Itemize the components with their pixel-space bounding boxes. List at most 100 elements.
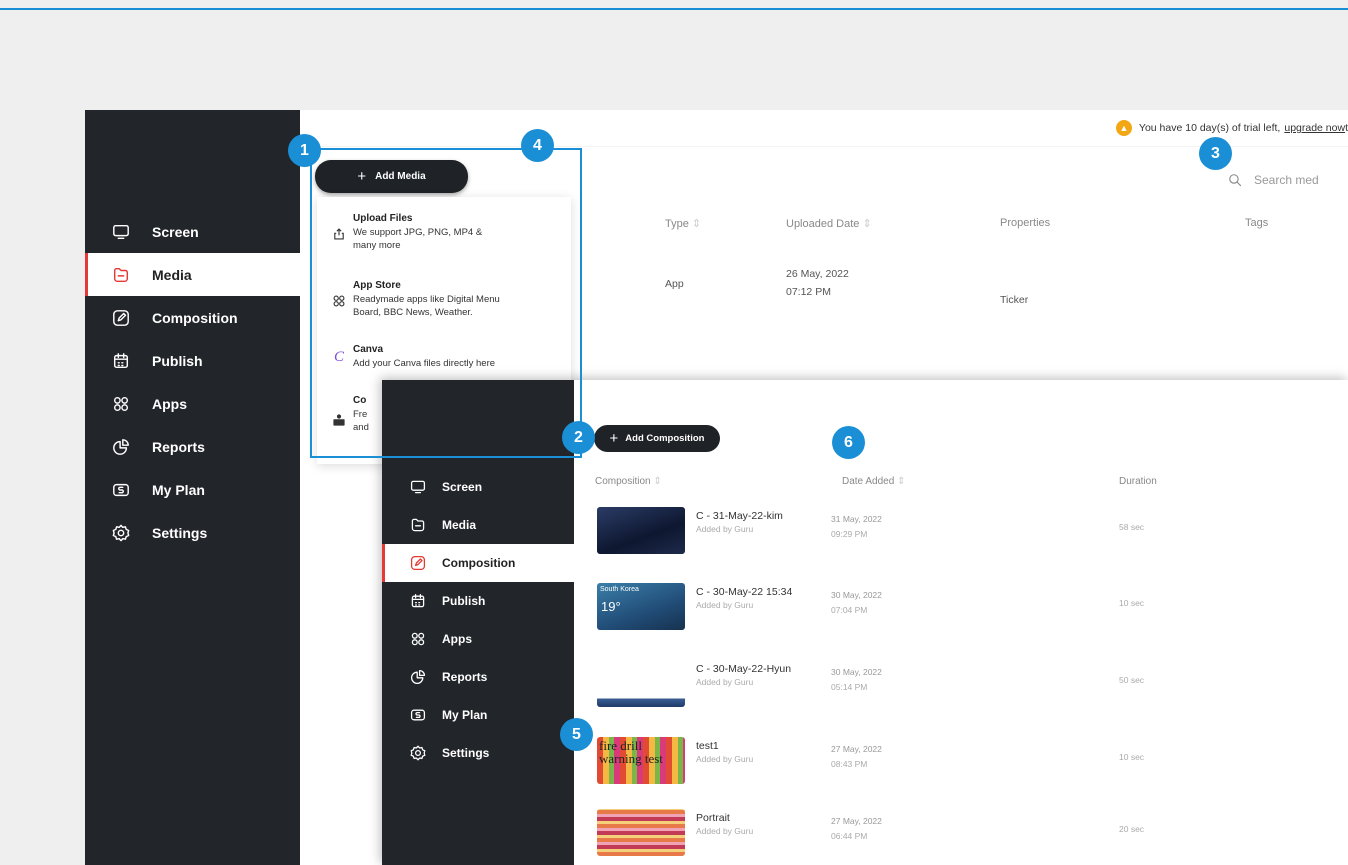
sidebar-item-label: My Plan: [442, 708, 488, 722]
thumbnail-label: South Korea: [600, 586, 639, 593]
composition-date: 31 May, 2022: [831, 514, 882, 524]
table-row[interactable]: C - 30-May-22-Hyun Added by Guru 30 May,…: [574, 653, 1348, 717]
sidebar-item-media[interactable]: Media: [85, 253, 300, 296]
sidebar-item-apps[interactable]: Apps: [382, 620, 574, 658]
pie-chart-icon: [410, 669, 426, 685]
monitor-icon: [112, 223, 130, 241]
add-media-button[interactable]: + Add Media: [315, 160, 468, 193]
upgrade-link[interactable]: upgrade now: [1284, 122, 1345, 134]
callout-marker-1: 1: [288, 134, 321, 167]
callout-marker-3: 3: [1199, 137, 1232, 170]
dropdown-item-canva[interactable]: C Canva Add your Canva files directly he…: [317, 344, 571, 384]
composition-date: 30 May, 2022: [831, 667, 882, 677]
composition-thumbnail: fire drill warning test: [597, 737, 685, 784]
dropdown-item-title: Canva: [353, 344, 384, 355]
sidebar-item-composition[interactable]: Composition: [85, 296, 300, 339]
calendar-icon: [112, 352, 130, 370]
composition-thumbnail: South Korea 19°: [597, 583, 685, 630]
row-type: App: [665, 278, 684, 290]
sidebar-item-label: Media: [442, 518, 477, 532]
composition-time: 08:43 PM: [831, 759, 868, 769]
thumbnail-temperature: 19°: [601, 599, 621, 614]
sidebar-item-apps[interactable]: Apps: [85, 382, 300, 425]
sidebar-item-composition[interactable]: Composition: [382, 544, 574, 582]
table-row[interactable]: C - 31-May-22-kim Added by Guru 31 May, …: [574, 500, 1348, 564]
sort-icon: ⇕: [653, 476, 662, 487]
sidebar-item-label: Media: [152, 266, 192, 283]
composition-name: Portrait: [696, 812, 730, 824]
row-date: 26 May, 2022: [786, 268, 849, 280]
composition-added-by: Added by Guru: [696, 754, 754, 764]
dropdown-item-desc: Readymade apps like Digital Menu: [353, 294, 500, 305]
sidebar-nav: Screen Media Composition Publish Apps Re…: [85, 210, 300, 554]
sidebar-item-settings[interactable]: Settings: [85, 511, 300, 554]
composition-added-by: Added by Guru: [696, 524, 754, 534]
table-row[interactable]: Portrait Added by Guru 27 May, 2022 06:4…: [574, 802, 1348, 865]
apps-grid-icon: [410, 631, 426, 647]
callout-marker-6: 6: [832, 426, 865, 459]
dropdown-item-title: App Store: [353, 280, 401, 291]
sort-icon: ⇕: [862, 218, 872, 230]
sidebar-item-label: Composition: [152, 309, 238, 326]
sidebar-item-screen[interactable]: Screen: [85, 210, 300, 253]
sidebar-item-my-plan[interactable]: My Plan: [382, 696, 574, 734]
composition-thumbnail: [597, 507, 685, 554]
dropdown-item-desc: Add your Canva files directly here: [353, 358, 496, 369]
sidebar-item-reports[interactable]: Reports: [85, 425, 300, 468]
canva-icon: C: [333, 348, 344, 365]
composition-duration: 58 sec: [1119, 522, 1145, 532]
thumbnail-text: fire drill warning test: [599, 738, 663, 766]
top-rule: [0, 8, 1348, 10]
sidebar: Screen Media Composition Publish Apps Re…: [382, 380, 574, 865]
sidebar-item-label: Reports: [152, 438, 205, 455]
table-row[interactable]: fire drill warning test test1 Added by G…: [574, 730, 1348, 794]
composition-name: C - 30-May-22 15:34: [696, 586, 793, 598]
upload-icon: [331, 226, 347, 242]
sidebar-item-media[interactable]: Media: [382, 506, 574, 544]
composition-page-screenshot: Screen Media Composition Publish Apps Re…: [382, 380, 1348, 865]
sidebar-item-label: Screen: [442, 480, 483, 494]
sidebar-item-publish[interactable]: Publish: [382, 582, 574, 620]
sort-icon: ⇕: [691, 218, 702, 230]
gear-icon: [112, 524, 130, 542]
sidebar-item-publish[interactable]: Publish: [85, 339, 300, 382]
sidebar-nav: Screen Media Composition Publish Apps Re…: [382, 468, 574, 772]
header-divider: [300, 146, 1348, 147]
sidebar: Screen Media Composition Publish Apps Re…: [85, 110, 300, 865]
apps-grid-icon: [331, 293, 347, 309]
dropdown-item-desc: We support JPG, PNG, MP4 &: [353, 227, 483, 238]
column-header-tags: Tags: [1245, 217, 1269, 229]
sidebar-item-label: Publish: [442, 594, 486, 608]
callout-marker-5: 5: [560, 718, 593, 751]
pencil-icon: [410, 555, 426, 571]
sidebar-item-label: Apps: [152, 395, 187, 412]
composition-thumbnail: [597, 809, 685, 856]
dropdown-item-app-store[interactable]: App Store Readymade apps like Digital Me…: [317, 280, 571, 335]
column-header-type[interactable]: Type ⇕: [665, 217, 701, 230]
composition-time: 06:44 PM: [831, 831, 868, 841]
table-row[interactable]: South Korea 19° C - 30-May-22 15:34 Adde…: [574, 576, 1348, 640]
composition-date: 30 May, 2022: [831, 590, 882, 600]
composition-duration: 10 sec: [1119, 598, 1145, 608]
folder-icon: [410, 517, 426, 533]
sidebar-item-label: My Plan: [152, 481, 205, 498]
search-input[interactable]: Search med: [1254, 173, 1319, 187]
composition-time: 09:29 PM: [831, 529, 868, 539]
sidebar-item-screen[interactable]: Screen: [382, 468, 574, 506]
search-icon: [1228, 173, 1242, 187]
apps-grid-icon: [112, 395, 130, 413]
dropdown-item-upload-files[interactable]: Upload Files We support JPG, PNG, MP4 & …: [317, 213, 571, 273]
sidebar-item-my-plan[interactable]: My Plan: [85, 468, 300, 511]
pie-chart-icon: [112, 438, 130, 456]
search-box[interactable]: Search med: [1228, 167, 1348, 193]
sidebar-item-settings[interactable]: Settings: [382, 734, 574, 772]
column-header-composition[interactable]: Composition ⇕: [595, 476, 662, 487]
add-composition-label: Add Composition: [625, 433, 705, 444]
column-header-uploaded-date[interactable]: Uploaded Date ⇕: [786, 217, 872, 230]
warning-icon: ▲: [1115, 120, 1132, 136]
sidebar-item-label: Settings: [152, 524, 208, 541]
column-header-date-added[interactable]: Date Added ⇕: [842, 476, 905, 487]
sidebar-item-reports[interactable]: Reports: [382, 658, 574, 696]
add-composition-button[interactable]: + Add Composition: [594, 425, 720, 452]
composition-duration: 50 sec: [1119, 675, 1145, 685]
